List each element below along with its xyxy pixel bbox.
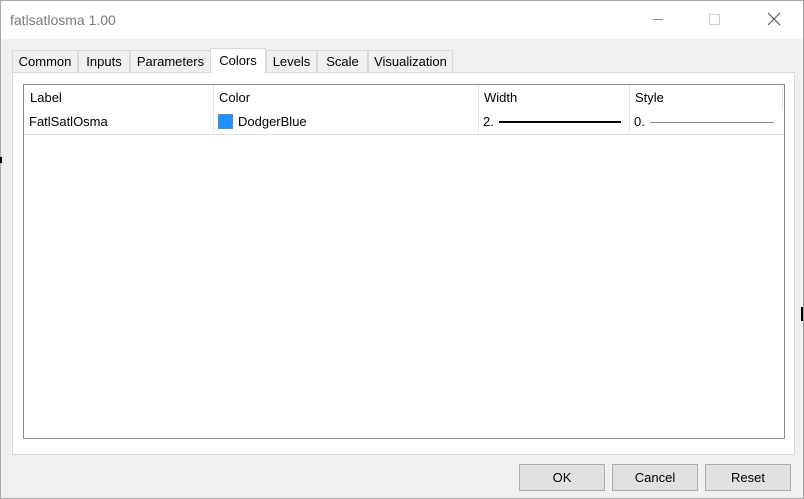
tab-parameters[interactable]: Parameters (130, 50, 211, 72)
minimize-icon (653, 19, 663, 20)
close-button[interactable] (751, 1, 797, 39)
maximize-icon (709, 14, 720, 25)
title-bar: fatlsatlosma 1.00 (1, 1, 803, 39)
color-swatch[interactable] (218, 114, 233, 129)
style-value[interactable]: 0. (634, 110, 645, 134)
tab-scale[interactable]: Scale (317, 50, 368, 72)
ok-button[interactable]: OK (519, 464, 605, 491)
column-header-label[interactable]: Label (24, 85, 213, 110)
colors-tab-panel: Label Color Width Style FatlSatlOsma Dod… (12, 72, 795, 455)
width-preview-line[interactable] (499, 121, 621, 123)
background-edge-mark (801, 307, 803, 321)
reset-button[interactable]: Reset (705, 464, 791, 491)
column-divider (782, 85, 783, 110)
cell-divider (213, 110, 214, 134)
column-header-width[interactable]: Width (478, 85, 629, 110)
window-title: fatlsatlosma 1.00 (10, 12, 116, 28)
close-icon (767, 12, 781, 26)
tab-common[interactable]: Common (12, 50, 78, 72)
color-name[interactable]: DodgerBlue (238, 110, 307, 134)
cell-divider (478, 110, 479, 134)
column-header-style[interactable]: Style (629, 85, 784, 110)
table-row[interactable]: FatlSatlOsma DodgerBlue 2. 0. (24, 110, 784, 135)
colors-list[interactable]: Label Color Width Style FatlSatlOsma Dod… (23, 84, 785, 439)
cell-divider (629, 110, 630, 134)
cancel-button[interactable]: Cancel (612, 464, 698, 491)
tab-visualization[interactable]: Visualization (368, 50, 453, 72)
row-label: FatlSatlOsma (29, 114, 108, 129)
minimize-button[interactable] (635, 1, 681, 39)
tab-colors[interactable]: Colors (210, 48, 266, 74)
tab-levels[interactable]: Levels (266, 50, 317, 72)
maximize-button[interactable] (691, 1, 737, 39)
background-edge-mark (0, 157, 2, 163)
indicator-properties-dialog: fatlsatlosma 1.00 Common Inputs Paramete… (0, 0, 804, 499)
tab-inputs[interactable]: Inputs (78, 50, 130, 72)
style-preview-line[interactable] (650, 122, 774, 123)
width-value[interactable]: 2. (483, 110, 494, 134)
column-header-color[interactable]: Color (213, 85, 478, 110)
